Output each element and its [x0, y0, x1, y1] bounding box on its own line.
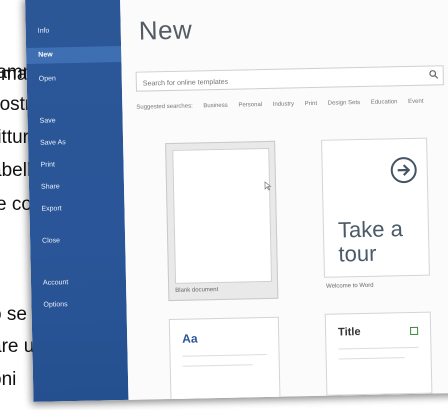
word-backstage-window: Info New Open Save Save As Print Share E…	[25, 0, 448, 402]
sidebar-item-print[interactable]: Print	[28, 156, 123, 174]
template-take-a-tour[interactable]: Take a tour	[321, 137, 430, 278]
sidebar-item-info[interactable]: Info	[26, 22, 121, 40]
blank-document-caption: Blank document	[175, 287, 219, 294]
suggested-personal[interactable]: Personal	[238, 98, 262, 112]
page-title: New	[138, 14, 193, 46]
template-single-spaced[interactable]: Aa	[168, 316, 281, 402]
sidebar-item-new[interactable]: New	[26, 45, 122, 64]
blank-page-preview	[172, 147, 273, 284]
template-blank-document[interactable]: Blank document	[165, 140, 279, 302]
suggested-industry[interactable]: Industry	[273, 97, 295, 111]
welcome-to-word-caption: Welcome to Word	[326, 282, 374, 290]
sidebar-item-close[interactable]: Close	[30, 232, 125, 250]
bg-line-6: o se	[0, 304, 27, 325]
backstage-sidebar: Info New Open Save Save As Print Share E…	[25, 0, 129, 402]
take-a-tour-text: Take a tour	[337, 216, 404, 267]
suggested-education[interactable]: Education	[371, 95, 398, 110]
sidebar-item-export[interactable]: Export	[29, 200, 124, 218]
sidebar-item-account[interactable]: Account	[31, 274, 126, 292]
bg-line-8: oni	[0, 369, 17, 390]
template-line	[182, 354, 267, 357]
suggested-searches-label: Suggested searches:	[136, 103, 193, 111]
backstage-main: New Suggested searches: Business Persona…	[119, 0, 448, 402]
template-title[interactable]: Title	[324, 311, 433, 396]
sidebar-item-open[interactable]: Open	[27, 70, 122, 88]
mouse-cursor-icon	[264, 181, 272, 191]
suggested-searches: Suggested searches: Business Personal In…	[136, 94, 436, 114]
sidebar-item-share[interactable]: Share	[29, 178, 124, 196]
template-line	[338, 346, 419, 350]
search-input[interactable]	[136, 69, 425, 94]
suggested-print[interactable]: Print	[305, 97, 318, 111]
sidebar-item-save-as[interactable]: Save As	[28, 134, 123, 152]
suggested-business[interactable]: Business	[203, 99, 228, 114]
search-icon[interactable]	[429, 69, 439, 79]
template-title-sample: Title	[337, 326, 361, 339]
template-search-box[interactable]	[135, 65, 444, 94]
template-aa-sample: Aa	[182, 331, 198, 346]
take-a-tour-line-1: Take a	[337, 216, 404, 243]
template-line	[338, 357, 405, 360]
sidebar-item-options[interactable]: Options	[31, 296, 126, 314]
template-line	[182, 364, 253, 367]
suggested-design-sets[interactable]: Design Sets	[328, 96, 361, 111]
sidebar-item-save[interactable]: Save	[27, 112, 122, 130]
suggested-event[interactable]: Event	[408, 95, 424, 109]
square-icon	[410, 326, 419, 336]
arrow-right-circle-icon	[390, 157, 417, 184]
take-a-tour-line-2: tour	[338, 240, 377, 267]
